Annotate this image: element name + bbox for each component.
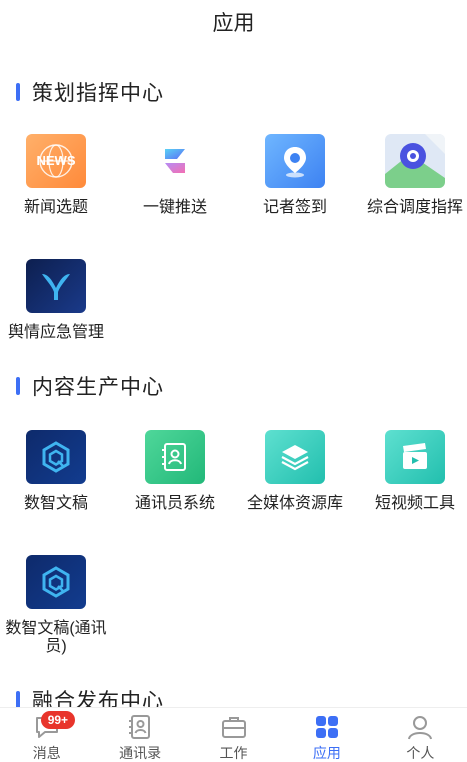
- address-book-icon: [126, 714, 154, 740]
- section-title: 内容生产中心: [32, 376, 164, 399]
- app-smart-manuscript[interactable]: 数智文稿: [0, 430, 116, 513]
- unread-badge: 99+: [40, 711, 76, 729]
- public-opinion-icon: [26, 259, 86, 313]
- app-public-opinion[interactable]: 舆情应急管理: [0, 259, 116, 342]
- map-dispatch-icon: [385, 134, 445, 188]
- tab-apps[interactable]: 应用: [280, 708, 373, 762]
- news-icon-text: NEWS: [37, 153, 76, 168]
- app-label: 一键推送: [142, 199, 207, 216]
- section-title: 策划指挥中心: [32, 82, 164, 105]
- tab-label: 个人: [406, 745, 435, 761]
- location-checkin-icon: [265, 134, 325, 188]
- tab-profile[interactable]: 个人: [374, 708, 467, 762]
- tab-label: 通讯录: [119, 745, 162, 761]
- app-label: 短视频工具: [374, 495, 455, 512]
- section-title: 融合发布中心: [32, 690, 164, 707]
- app-reporter-checkin[interactable]: 记者签到: [235, 134, 355, 217]
- app-label: 综合调度指挥: [366, 199, 463, 216]
- app-label: 舆情应急管理: [7, 324, 104, 341]
- app-label: 全媒体资源库: [246, 495, 343, 512]
- tab-label: 消息: [32, 745, 61, 761]
- push-icon: [145, 134, 205, 188]
- smart-manuscript-icon: [26, 430, 86, 484]
- layers-icon: [265, 430, 325, 484]
- briefcase-icon: [220, 714, 248, 740]
- section-header-content: 内容生产中心: [16, 372, 164, 400]
- smart-manuscript-icon: [26, 555, 86, 609]
- app-one-click-push[interactable]: 一键推送: [115, 134, 235, 217]
- section-accent-bar: [16, 377, 20, 395]
- tab-contacts[interactable]: 通讯录: [93, 708, 186, 762]
- section-accent-bar: [16, 83, 20, 101]
- apps-grid-icon: [313, 714, 341, 740]
- app-label: 数智文稿(通讯员): [5, 620, 107, 655]
- app-correspondent-system[interactable]: 通讯员系统: [115, 430, 235, 513]
- bottom-tab-bar: 99+ 消息 通讯录 工作 应用 个人: [0, 707, 467, 762]
- app-header: 应用: [0, 0, 467, 44]
- app-dispatch-command[interactable]: 综合调度指挥: [355, 134, 467, 217]
- person-icon: [406, 714, 434, 740]
- app-short-video-tool[interactable]: 短视频工具: [355, 430, 467, 513]
- app-label: 记者签到: [262, 199, 327, 216]
- tab-messages[interactable]: 99+ 消息: [0, 708, 93, 762]
- section-accent-bar: [16, 691, 20, 707]
- app-label: 数智文稿: [23, 495, 88, 512]
- tab-label: 工作: [219, 745, 248, 761]
- app-smart-manuscript-correspondent[interactable]: 数智文稿(通讯员): [0, 555, 116, 656]
- contacts-book-icon: [145, 430, 205, 484]
- clapperboard-icon: [385, 430, 445, 484]
- tab-work[interactable]: 工作: [187, 708, 280, 762]
- section-header-publish: 融合发布中心: [16, 686, 164, 707]
- app-news-topic[interactable]: NEWS 新闻选题: [0, 134, 116, 217]
- app-label: 通讯员系统: [134, 495, 215, 512]
- apps-scroll-area[interactable]: 策划指挥中心 NEWS 新闻选题 一键推送 记者签到 综合调度指挥 舆情应急管理…: [0, 44, 467, 707]
- app-media-library[interactable]: 全媒体资源库: [235, 430, 355, 513]
- app-label: 新闻选题: [23, 199, 88, 216]
- page-title: 应用: [212, 12, 255, 35]
- section-header-planning: 策划指挥中心: [16, 78, 164, 106]
- news-icon: NEWS: [26, 134, 86, 188]
- tab-label: 应用: [312, 745, 341, 761]
